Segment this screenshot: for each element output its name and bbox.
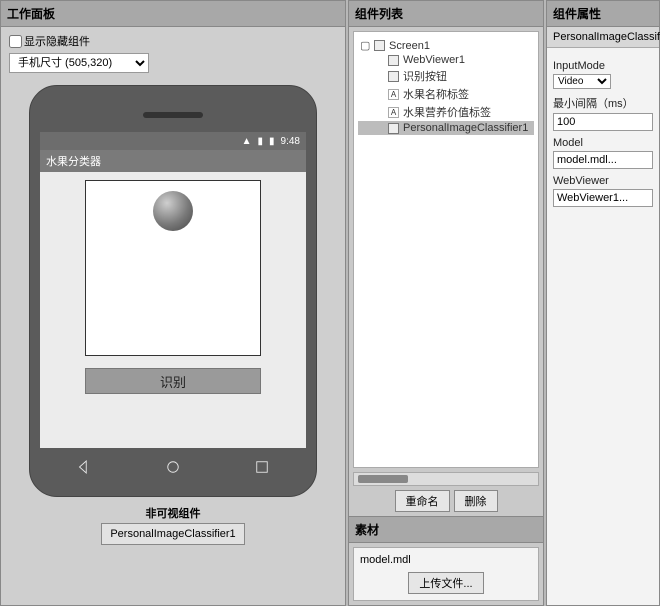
tree-item-webviewer[interactable]: WebViewer1 [358, 53, 534, 67]
screen-size-select[interactable]: 手机尺寸 (505,320) [9, 53, 149, 73]
prop-model-label: Model [553, 137, 653, 149]
status-time: 9:48 [281, 136, 300, 147]
screen-icon [374, 40, 385, 51]
nonvisual-section: 非可视组件 PersonalImageClassifier1 [1, 505, 345, 545]
battery-icon: ▮ [269, 136, 275, 147]
nonvisual-title: 非可视组件 [1, 505, 345, 521]
prop-mininterval-label: 最小间隔（ms） [553, 95, 653, 111]
media-body: model.mdl 上传文件... [353, 547, 539, 601]
prop-webviewer-label: WebViewer [553, 175, 653, 187]
prop-webviewer-input[interactable] [553, 189, 653, 207]
properties-panel: 组件属性 PersonalImageClassifier1 InputMode … [546, 0, 660, 606]
nav-back-icon[interactable] [75, 458, 93, 476]
fruit-image [153, 191, 193, 231]
button-icon [388, 71, 399, 82]
show-hidden-label: 显示隐藏组件 [24, 33, 90, 49]
media-panel: 素材 model.mdl 上传文件... [349, 516, 543, 605]
tree-h-scrollbar[interactable] [353, 472, 539, 486]
signal-icon: ▮ [258, 136, 264, 147]
phone-frame: ▲ ▮ ▮ 9:48 水果分类器 识别 [29, 85, 317, 497]
show-hidden-checkbox[interactable]: 显示隐藏组件 [9, 33, 337, 49]
rename-button[interactable]: 重命名 [395, 490, 450, 512]
android-navbar [40, 448, 306, 486]
phone-preview-area: ▲ ▮ ▮ 9:48 水果分类器 识别 [1, 79, 345, 605]
media-file[interactable]: model.mdl [360, 554, 532, 566]
workspace-header: 工作面板 [1, 1, 345, 27]
tree-root[interactable]: ▢ Screen1 [358, 38, 534, 53]
nonvisual-component[interactable]: PersonalImageClassifier1 [101, 523, 244, 545]
app-title: 水果分类器 [46, 153, 101, 169]
tree-buttons: 重命名 删除 [349, 486, 543, 516]
selected-component-name: PersonalImageClassifier1 [547, 27, 659, 48]
status-bar: ▲ ▮ ▮ 9:48 [40, 132, 306, 150]
show-hidden-input[interactable] [9, 35, 22, 48]
component-tree[interactable]: ▢ Screen1 WebViewer1 识别按钮 A 水果名称标签 A 水果营… [353, 31, 539, 468]
properties-header: 组件属性 [547, 1, 659, 27]
collapse-icon[interactable]: ▢ [360, 39, 370, 52]
wifi-icon: ▲ [242, 136, 252, 147]
workspace-panel: 工作面板 显示隐藏组件 手机尺寸 (505,320) ▲ ▮ ▮ 9:48 水果… [0, 0, 346, 606]
webviewer-icon [388, 55, 399, 66]
extension-icon [388, 123, 399, 134]
tree-item-label2[interactable]: A 水果营养价值标签 [358, 103, 534, 121]
workspace-toolbar: 显示隐藏组件 手机尺寸 (505,320) [1, 27, 345, 79]
upload-file-button[interactable]: 上传文件... [408, 572, 483, 594]
prop-model-input[interactable] [553, 151, 653, 169]
screen-body: 识别 [40, 172, 306, 408]
label-icon: A [388, 107, 399, 118]
app-bar: 水果分类器 [40, 150, 306, 172]
properties-body: InputMode Video 最小间隔（ms） Model WebViewer [547, 48, 659, 605]
nav-recent-icon[interactable] [253, 458, 271, 476]
image-preview-box [85, 180, 261, 356]
tree-item-label1[interactable]: A 水果名称标签 [358, 85, 534, 103]
phone-speaker [143, 112, 203, 118]
tree-item-classifier[interactable]: PersonalImageClassifier1 [358, 121, 534, 135]
delete-button[interactable]: 删除 [454, 490, 498, 512]
prop-inputmode-select[interactable]: Video [553, 74, 611, 89]
components-header: 组件列表 [349, 1, 543, 27]
components-panel: 组件列表 ▢ Screen1 WebViewer1 识别按钮 A 水果名称标签 … [348, 0, 544, 606]
phone-screen: ▲ ▮ ▮ 9:48 水果分类器 识别 [40, 132, 306, 486]
prop-inputmode-label: InputMode [553, 60, 653, 72]
nav-home-icon[interactable] [164, 458, 182, 476]
media-header: 素材 [349, 517, 543, 543]
prop-mininterval-input[interactable] [553, 113, 653, 131]
tree-item-button[interactable]: 识别按钮 [358, 67, 534, 85]
label-icon: A [388, 89, 399, 100]
recognize-button[interactable]: 识别 [85, 368, 261, 394]
